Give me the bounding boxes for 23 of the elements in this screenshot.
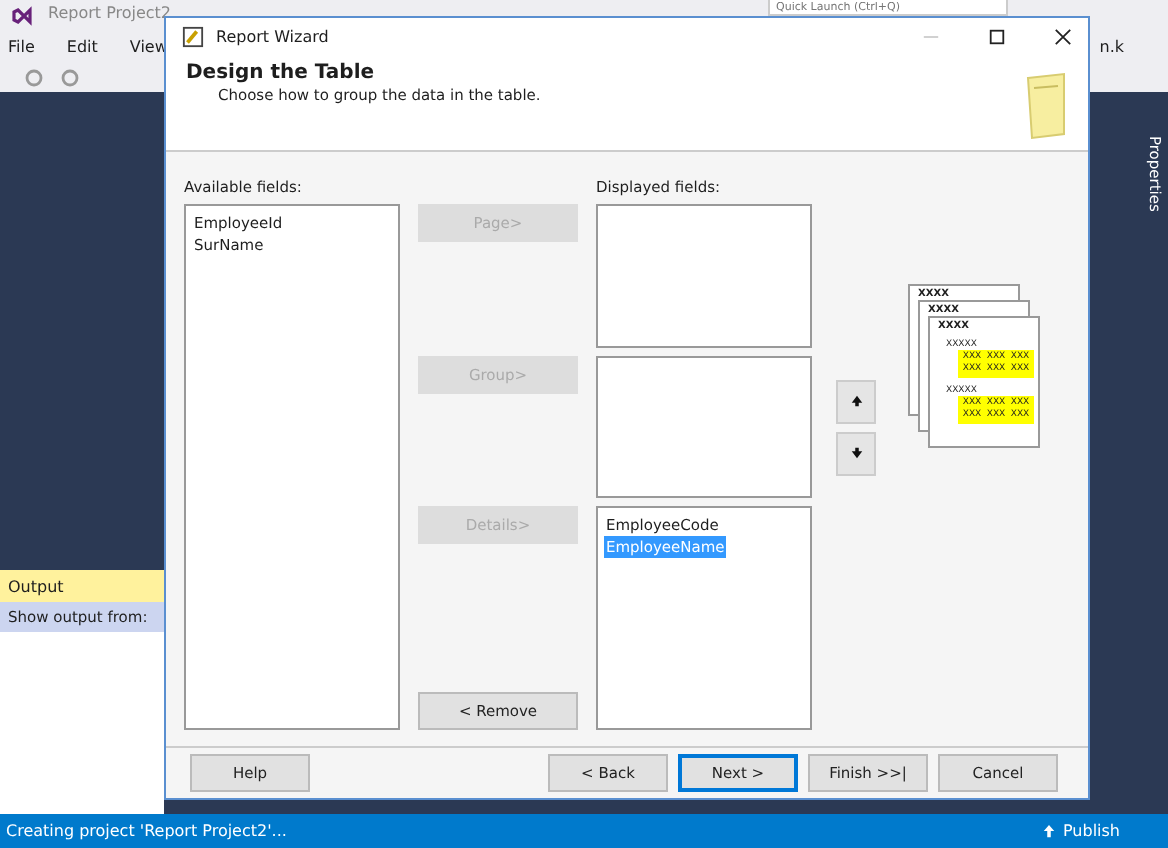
forward-icon[interactable] bbox=[60, 67, 80, 87]
panel-title: Output bbox=[0, 570, 164, 602]
menu-item[interactable]: File bbox=[8, 38, 35, 56]
app-logo-icon bbox=[12, 4, 36, 28]
move-up-button[interactable] bbox=[836, 379, 876, 424]
window-title: Report Project2 bbox=[48, 4, 172, 22]
up-arrow-icon bbox=[849, 394, 863, 409]
status-text: Creating project 'Report Project2'... bbox=[6, 822, 287, 840]
publish-button[interactable]: Publish bbox=[1042, 822, 1120, 840]
page-heading: Design the Table bbox=[186, 60, 377, 85]
displayed-fields-list[interactable] bbox=[596, 356, 812, 499]
displayed-fields-list[interactable] bbox=[596, 204, 812, 349]
close-icon[interactable] bbox=[1054, 28, 1072, 47]
note-icon bbox=[1024, 68, 1068, 145]
wizard-icon bbox=[182, 26, 204, 49]
dialog-title: Report Wizard bbox=[216, 28, 329, 47]
down-arrow-icon bbox=[849, 446, 863, 461]
back-icon[interactable] bbox=[24, 67, 44, 87]
maximize-icon[interactable] bbox=[988, 28, 1006, 47]
move-down-button[interactable] bbox=[836, 431, 876, 476]
menu-item[interactable]: Edit bbox=[66, 38, 98, 56]
account-name[interactable]: n.k bbox=[1099, 38, 1124, 56]
upload-arrow-icon bbox=[1042, 824, 1057, 838]
